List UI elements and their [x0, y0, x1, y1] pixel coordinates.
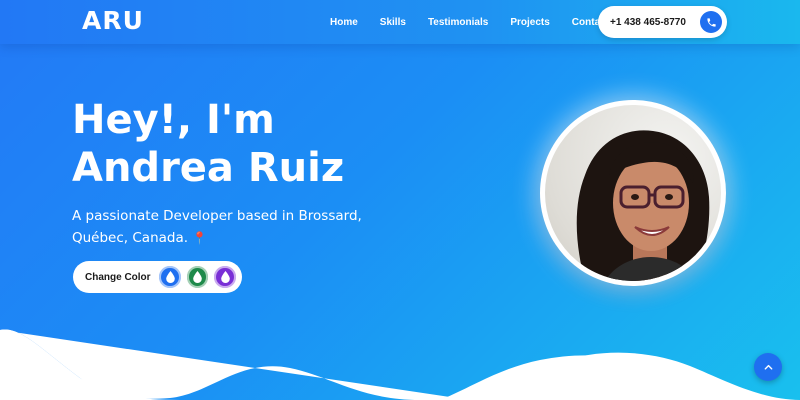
color-swatch-blue[interactable]: [159, 266, 181, 288]
nav-link-skills[interactable]: Skills: [380, 17, 406, 28]
nav-link-testimonials[interactable]: Testimonials: [428, 17, 488, 28]
hero-subtitle: A passionate Developer based in Brossard…: [72, 205, 372, 249]
nav-link-home[interactable]: Home: [330, 17, 358, 28]
hero-title: Hey!, I'm Andrea Ruiz: [72, 96, 412, 192]
phone-pill[interactable]: +1 438 465-8770: [598, 6, 727, 38]
droplet-icon: [220, 271, 230, 283]
nav-link-projects[interactable]: Projects: [510, 17, 549, 28]
logo[interactable]: ARU: [82, 6, 144, 35]
navbar: ARU Home Skills Testimonials Projects Co…: [0, 0, 800, 44]
hero-title-line1: Hey!, I'm: [72, 97, 275, 143]
hero-subtitle-line2: Québec, Canada.: [72, 230, 189, 246]
change-color-label: Change Color: [85, 271, 151, 283]
profile-avatar: [540, 100, 726, 286]
phone-number: +1 438 465-8770: [610, 16, 686, 28]
profile-photo: [545, 105, 721, 281]
arrow-up-icon: [764, 364, 772, 370]
scroll-to-top-button[interactable]: [754, 353, 782, 381]
color-swatch-purple[interactable]: [214, 266, 236, 288]
phone-icon: [706, 17, 716, 27]
droplet-icon: [165, 271, 175, 283]
profile-portrait: [576, 130, 710, 281]
hero-subtitle-line2-wrap: Québec, Canada. 📍: [72, 227, 372, 249]
hero-subtitle-line1: A passionate Developer based in Brossard…: [72, 208, 362, 224]
color-swatch-green[interactable]: [186, 266, 209, 288]
change-color-pill: Change Color: [73, 261, 242, 293]
hero-title-line2: Andrea Ruiz: [72, 145, 345, 191]
nav-links: Home Skills Testimonials Projects Contac…: [330, 0, 631, 44]
droplet-icon: [193, 271, 202, 283]
wave-divider: [0, 329, 800, 400]
location-pin-icon: 📍: [192, 231, 208, 245]
phone-call-button[interactable]: [700, 11, 722, 33]
